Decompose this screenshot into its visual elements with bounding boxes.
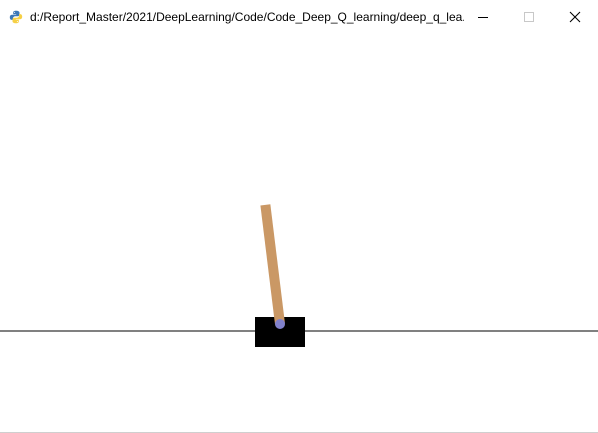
- close-icon: [569, 11, 581, 22]
- window-controls: [460, 0, 598, 33]
- app-window: d:/Report_Master/2021/DeepLearning/Code/…: [0, 0, 598, 433]
- minimize-icon: [478, 16, 488, 18]
- python-icon: [8, 9, 24, 25]
- maximize-button[interactable]: [506, 0, 552, 33]
- maximize-icon: [524, 11, 534, 22]
- minimize-button[interactable]: [460, 0, 506, 33]
- title-bar[interactable]: d:/Report_Master/2021/DeepLearning/Code/…: [0, 0, 598, 33]
- close-button[interactable]: [552, 0, 598, 33]
- window-title: d:/Report_Master/2021/DeepLearning/Code/…: [30, 9, 464, 24]
- render-canvas: [0, 33, 598, 432]
- axle: [275, 319, 285, 329]
- pole: [260, 204, 285, 325]
- cartpole-scene: [0, 204, 598, 347]
